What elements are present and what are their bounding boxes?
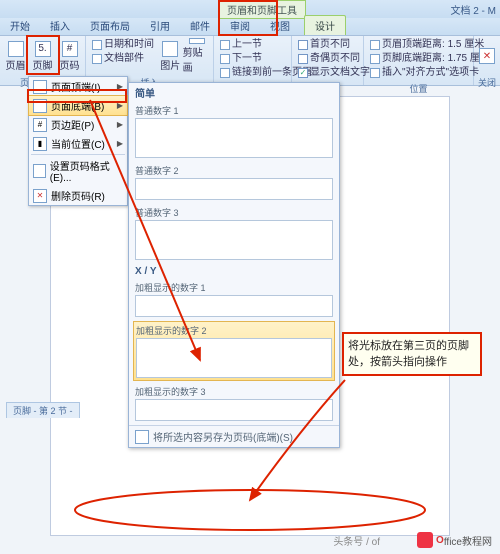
close-hf-button[interactable]: ✕ <box>476 38 498 74</box>
submenu-arrow-icon: ▶ <box>117 101 123 110</box>
menu-format-num[interactable]: 设置页码格式(E)... <box>29 156 127 186</box>
clipart-button[interactable]: 剪贴画 <box>183 38 211 74</box>
picture-button[interactable]: 图片 <box>158 38 183 74</box>
gallery-item-plain2[interactable]: 普通数字 2 <box>133 162 335 202</box>
parts-label: 文档部件 <box>104 52 144 66</box>
submenu-arrow-icon: ▶ <box>117 120 123 129</box>
tab-design[interactable]: 设计 <box>304 15 346 35</box>
datetime-label: 日期和时间 <box>104 38 154 52</box>
menu-page-margin[interactable]: #页边距(P)▶ <box>29 115 127 134</box>
header-dist-label: 页眉顶端距离: <box>382 38 445 52</box>
opt-showtext[interactable]: ✓显示文档文字 <box>294 66 374 80</box>
menu-page-margin-label: 页边距(P) <box>51 117 94 132</box>
watermark: Office教程网 <box>417 532 492 548</box>
align-tab-label: 插入"对齐方式"选项卡 <box>382 66 479 80</box>
ribbon-tabs: 开始 插入 页面布局 引用 邮件 审阅 视图 设计 <box>0 18 500 36</box>
gallery-section-xy: X / Y <box>129 264 339 279</box>
menu-current-pos-label: 当前位置(C) <box>51 136 105 151</box>
toutiao-text: 头条号 / of <box>333 533 380 548</box>
tab-reference[interactable]: 引用 <box>140 16 180 35</box>
submenu-arrow-icon: ▶ <box>117 82 123 91</box>
pagenum-gallery: 简单 普通数字 1 普通数字 2 普通数字 3 X / Y 加粗显示的数字 1 … <box>128 82 340 448</box>
opt-firstpage[interactable]: 首页不同 <box>294 38 374 52</box>
gallery-cap-plain1: 普通数字 1 <box>135 104 333 117</box>
prev-section-label: 上一节 <box>232 38 262 52</box>
menu-current-pos[interactable]: ▮当前位置(C)▶ <box>29 134 127 153</box>
parts-button[interactable]: 文档部件 <box>88 52 158 66</box>
footer-section-tab: 页脚 - 第 2 节 - <box>6 402 80 418</box>
gallery-section-simple: 简单 <box>129 83 339 102</box>
picture-label: 图片 <box>160 57 180 72</box>
gallery-item-plain3[interactable]: 普通数字 3 <box>133 204 335 262</box>
tab-review[interactable]: 审阅 <box>220 16 260 35</box>
opt-oddeven-label: 奇偶页不同 <box>310 52 360 66</box>
gallery-item-bold2[interactable]: 加粗显示的数字 2 <box>133 321 335 381</box>
opt-showtext-label: 显示文档文字 <box>310 66 370 80</box>
gallery-cap-bold2: 加粗显示的数字 2 <box>136 324 332 337</box>
watermark-logo-icon <box>417 532 433 548</box>
next-section-label: 下一节 <box>232 52 262 66</box>
header-label: 页眉 <box>6 57 26 72</box>
footer-dist-label: 页脚底端距离: <box>382 52 445 66</box>
gallery-item-bold1[interactable]: 加粗显示的数字 1 <box>133 279 335 319</box>
menu-page-bottom[interactable]: 页面底端(B) ▶ <box>28 95 128 116</box>
menu-page-top-label: 页面顶端(I) <box>51 79 100 94</box>
doc-title: 文档 2 - M <box>450 2 496 17</box>
tab-home[interactable]: 开始 <box>0 16 40 35</box>
menu-remove-num[interactable]: ✕删除页码(R) <box>29 186 127 205</box>
watermark-text: ffice教程网 <box>444 533 492 548</box>
menu-page-top[interactable]: 页面顶端(I) ▶ <box>29 77 127 96</box>
pagenum-button[interactable]: #页码 <box>56 38 83 74</box>
gallery-item-plain1[interactable]: 普通数字 1 <box>133 102 335 160</box>
group-close-label: 关闭 <box>474 76 500 90</box>
gallery-cap-bold3: 加粗显示的数字 3 <box>135 385 333 398</box>
opt-oddeven[interactable]: 奇偶页不同 <box>294 52 374 66</box>
annotation-box: 将光标放在第三页的页脚处，按箭头指向操作 <box>342 332 482 376</box>
gallery-cap-plain2: 普通数字 2 <box>135 164 333 177</box>
pagenum-menu: 页面顶端(I)▶ 页面底端(B)▶ #页边距(P)▶ ▮当前位置(C)▶ 设置页… <box>28 76 128 206</box>
tab-mail[interactable]: 邮件 <box>180 16 220 35</box>
datetime-button[interactable]: 日期和时间 <box>88 38 158 52</box>
gallery-cap-bold1: 加粗显示的数字 1 <box>135 281 333 294</box>
tab-view[interactable]: 视图 <box>260 16 300 35</box>
gallery-save-selection[interactable]: 将所选内容另存为页码(底端)(S) <box>129 425 339 447</box>
clipart-label: 剪贴画 <box>183 44 211 74</box>
gallery-cap-plain3: 普通数字 3 <box>135 206 333 219</box>
footer-button[interactable]: 5.页脚 <box>29 38 56 74</box>
group-pos-label: 位置 <box>364 82 473 96</box>
footer-label: 页脚 <box>33 57 53 72</box>
menu-remove-num-label: 删除页码(R) <box>51 188 105 203</box>
submenu-arrow-icon: ▶ <box>117 139 123 148</box>
tab-insert[interactable]: 插入 <box>40 16 80 35</box>
tab-layout[interactable]: 页面布局 <box>80 16 140 35</box>
pagenum-label: 页码 <box>60 57 80 72</box>
gallery-item-bold3[interactable]: 加粗显示的数字 3 <box>133 383 335 423</box>
header-button[interactable]: 页眉 <box>2 38 29 74</box>
gallery-foot-label: 将所选内容另存为页码(底端)(S) <box>153 429 293 444</box>
menu-format-num-label: 设置页码格式(E)... <box>50 158 123 184</box>
menu-page-bottom-label: 页面底端(B) <box>51 98 104 113</box>
opt-firstpage-label: 首页不同 <box>310 38 350 52</box>
